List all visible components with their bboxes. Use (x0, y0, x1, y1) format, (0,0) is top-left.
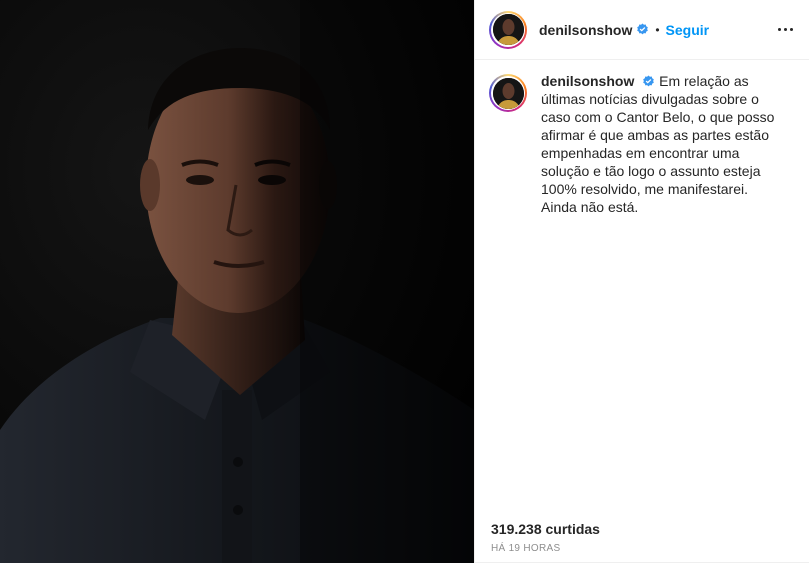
avatar (492, 14, 524, 45)
caption-comment: denilsonshow Em relação as últimas notíc… (475, 60, 809, 216)
post-footer: 319.238 curtidas HÁ 19 HORAS (475, 513, 809, 563)
likes-count[interactable]: 319.238 curtidas (491, 521, 793, 537)
username-link[interactable]: denilsonshow (539, 22, 632, 38)
more-options-icon[interactable] (773, 18, 797, 42)
verified-badge-icon (643, 75, 655, 87)
separator-dot: • (655, 22, 660, 37)
follow-button[interactable]: Seguir (666, 22, 710, 38)
caption-text: Em relação as últimas notícias divulgada… (541, 73, 775, 215)
caption-story-ring[interactable] (489, 74, 527, 112)
post-timestamp[interactable]: HÁ 19 HORAS (491, 543, 793, 554)
verified-badge-icon (637, 23, 649, 35)
story-ring[interactable] (489, 10, 527, 49)
post-header: denilsonshow • Seguir (475, 0, 809, 60)
caption-avatar (492, 77, 524, 109)
caption-username-link[interactable]: denilsonshow (541, 73, 634, 89)
post-photo[interactable] (0, 0, 474, 563)
portrait-image (0, 0, 474, 563)
post-sidebar: denilsonshow • Seguir denilsonshow Em re… (474, 0, 809, 563)
instagram-post: denilsonshow • Seguir denilsonshow Em re… (0, 0, 809, 563)
